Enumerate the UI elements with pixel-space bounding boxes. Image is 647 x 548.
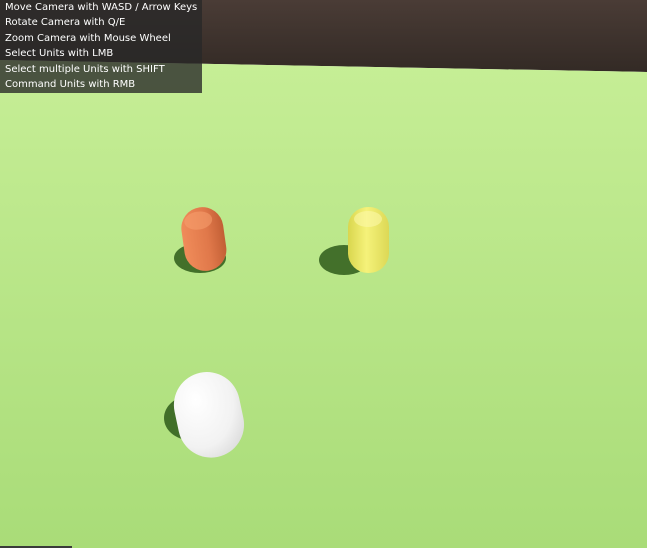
hint-command-units: Command Units with RMB: [5, 79, 136, 91]
hint-zoom-camera: Zoom Camera with Mouse Wheel: [5, 32, 171, 44]
controls-help-panel: Move Camera with WASD / Arrow Keys Rotat…: [0, 0, 202, 93]
ground-plane: [0, 60, 647, 548]
hint-move-camera: Move Camera with WASD / Arrow Keys: [5, 2, 198, 13]
hint-select-multiple: Select multiple Units with SHIFT: [5, 63, 165, 75]
game-viewport[interactable]: Move Camera with WASD / Arrow Keys Rotat…: [0, 0, 647, 548]
hint-select-units: Select Units with LMB: [5, 48, 114, 60]
hint-rotate-camera: Rotate Camera with Q/E: [5, 17, 126, 29]
